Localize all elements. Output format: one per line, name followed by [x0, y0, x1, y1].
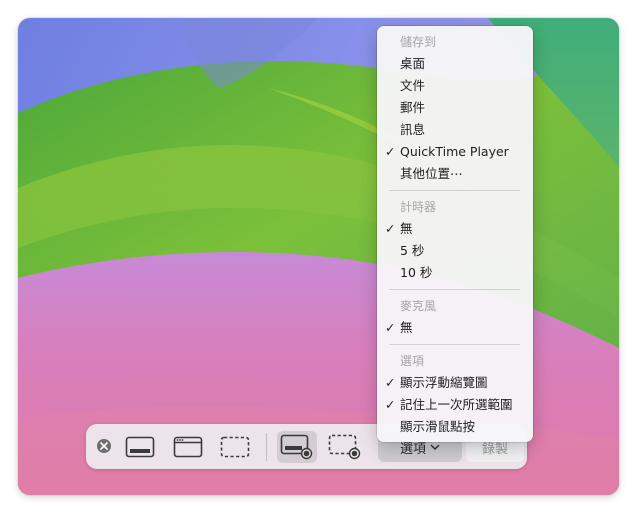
menu-item-show-mouse-clicks[interactable]: 顯示滑鼠點按 [377, 416, 533, 438]
menu-item-timer-none[interactable]: ✓ 無 [377, 218, 533, 240]
menu-header-microphone: 麥克風 [400, 299, 437, 313]
menu-separator [389, 289, 520, 290]
menu-header-options: 選項 [400, 354, 425, 368]
menu-header-timer: 計時器 [400, 200, 437, 214]
capture-entire-screen-button[interactable] [120, 431, 160, 463]
capture-selection-icon [220, 436, 250, 458]
menu-item-timer-5-seconds[interactable]: 5 秒 [377, 240, 533, 262]
menu-item-messages[interactable]: 訊息 [377, 119, 533, 141]
menu-header-save-to: 儲存到 [400, 35, 437, 49]
menu-item-other-location[interactable]: 其他位置⋯ [377, 163, 533, 185]
menu-item-quicktime-player[interactable]: ✓ QuickTime Player [377, 141, 533, 163]
menu-item-timer-10-seconds[interactable]: 10 秒 [377, 262, 533, 284]
menu-item-remember-last-selection[interactable]: ✓ 記住上一次所選範圍 [377, 394, 533, 416]
menu-item-desktop[interactable]: 桌面 [377, 53, 533, 75]
capture-window-button[interactable] [168, 431, 208, 463]
menu-separator [389, 344, 520, 345]
checkmark-icon: ✓ [385, 320, 396, 335]
menu-item-documents[interactable]: 文件 [377, 75, 533, 97]
record-entire-screen-icon [280, 434, 313, 460]
record-selection-icon [328, 434, 361, 460]
capture-selection-button[interactable] [215, 431, 255, 463]
capture-entire-screen-icon [125, 436, 155, 458]
checkmark-icon: ✓ [385, 375, 396, 390]
record-selection-button[interactable] [325, 431, 365, 463]
menu-item-microphone-none[interactable]: ✓ 無 [377, 317, 533, 339]
capture-window-icon [173, 436, 203, 458]
checkmark-icon: ✓ [385, 221, 396, 236]
options-menu: 儲存到 桌面 文件 郵件 訊息 ✓ QuickTime Player 其他位置⋯ … [377, 26, 533, 442]
menu-separator [389, 190, 520, 191]
close-icon[interactable] [97, 439, 111, 453]
menu-item-mail[interactable]: 郵件 [377, 97, 533, 119]
checkmark-icon: ✓ [385, 144, 396, 159]
toolbar-divider [266, 433, 267, 461]
record-entire-screen-button[interactable] [277, 431, 317, 463]
menu-item-show-floating-thumbnail[interactable]: ✓ 顯示浮動縮覽圖 [377, 372, 533, 394]
chevron-down-icon [430, 444, 440, 450]
checkmark-icon: ✓ [385, 397, 396, 412]
